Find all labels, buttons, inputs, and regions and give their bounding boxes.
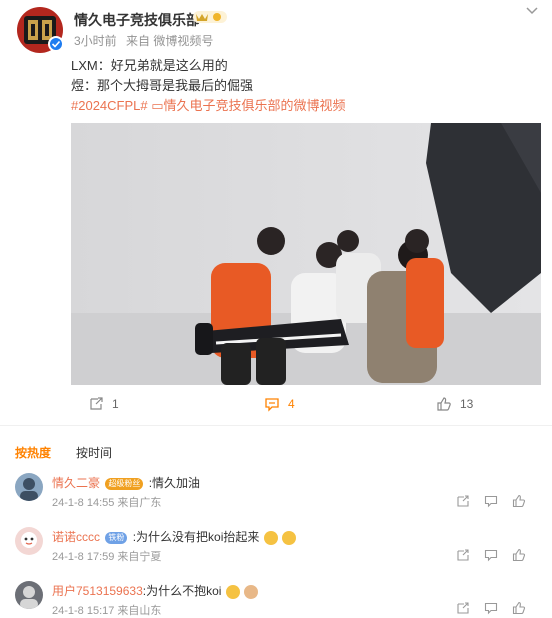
iron-fan-badge: 铁粉 bbox=[105, 531, 128, 544]
comment-avatar[interactable] bbox=[15, 473, 43, 501]
crying-emoji-icon bbox=[263, 530, 278, 545]
vip-crown-icon bbox=[193, 11, 227, 23]
comment-line: 用户7513159633:为什么不抱koi bbox=[52, 582, 259, 599]
author-name[interactable]: 情久电子竞技俱乐部 bbox=[74, 10, 200, 30]
like-button[interactable]: 13 bbox=[436, 396, 473, 412]
post-time[interactable]: 3小时前 bbox=[74, 34, 117, 48]
thumbs-up-icon[interactable] bbox=[512, 601, 526, 615]
comment-text: :为什么不抱koi bbox=[142, 584, 222, 598]
tab-by-heat[interactable]: 按热度 bbox=[15, 444, 51, 461]
post-meta: 3小时前 来自 微博视频号 bbox=[74, 32, 219, 49]
comment-meta: 24-1-8 15:17 来自山东 bbox=[52, 605, 162, 617]
topic-link[interactable]: #2024CFPL# bbox=[71, 98, 148, 113]
tab-by-time[interactable]: 按时间 bbox=[76, 444, 112, 461]
comment-user[interactable]: 用户7513159633 bbox=[52, 584, 143, 598]
video-link-icon: ▭ bbox=[151, 98, 164, 113]
comment-icon bbox=[265, 398, 279, 412]
post-line-1: LXM：好兄弟就是这么用的 bbox=[71, 58, 228, 73]
thumbs-up-icon[interactable] bbox=[512, 548, 526, 562]
comment-avatar[interactable] bbox=[15, 581, 43, 609]
repost-button[interactable]: 1 bbox=[88, 396, 119, 412]
repost-icon bbox=[90, 397, 103, 410]
comment-line: 诺诺cccc 铁粉 :为什么没有把koi抬起来 bbox=[52, 528, 297, 545]
comment-icon[interactable] bbox=[484, 548, 498, 562]
like-count: 13 bbox=[460, 397, 474, 411]
chevron-down-icon[interactable] bbox=[524, 4, 540, 18]
dog-emoji-icon bbox=[244, 584, 259, 599]
comment-line: 情久二豪 超级粉丝 :情久加油 bbox=[52, 474, 200, 491]
comment-meta: 24-1-8 14:55 来自广东 bbox=[52, 497, 162, 509]
video-player[interactable] bbox=[71, 123, 541, 385]
comment-user[interactable]: 情久二豪 bbox=[52, 476, 100, 490]
video-frame bbox=[71, 123, 541, 385]
emoji-icon bbox=[225, 584, 240, 599]
repost-count: 1 bbox=[112, 397, 119, 411]
post-body: LXM：好兄弟就是这么用的 煜：那个大拇哥是我最后的倔强 #2024CFPL# … bbox=[71, 56, 346, 116]
thumbs-up-icon[interactable] bbox=[512, 494, 526, 508]
post-line-2: 煜：那个大拇哥是我最后的倔强 bbox=[71, 78, 254, 93]
post-source: 来自 微博视频号 bbox=[126, 34, 214, 48]
comment-text: :情久加油 bbox=[148, 476, 201, 490]
comment-actions bbox=[456, 601, 526, 615]
super-fan-badge: 超级粉丝 bbox=[105, 477, 144, 490]
comment-button[interactable]: 4 bbox=[264, 396, 295, 412]
repost-icon[interactable] bbox=[456, 548, 470, 562]
comment-count: 4 bbox=[288, 397, 295, 411]
comment-meta: 24-1-8 17:59 来自宁夏 bbox=[52, 551, 162, 563]
section-divider bbox=[0, 425, 552, 426]
video-link[interactable]: 情久电子竞技俱乐部的微博视频 bbox=[164, 98, 346, 113]
comment-user[interactable]: 诺诺cccc bbox=[52, 530, 100, 544]
comment-avatar[interactable] bbox=[15, 527, 43, 555]
comment-text: :为什么没有把koi抬起来 bbox=[132, 530, 260, 544]
repost-icon[interactable] bbox=[456, 601, 470, 615]
crying-emoji-icon bbox=[282, 530, 297, 545]
comment-icon[interactable] bbox=[484, 601, 498, 615]
comment-actions bbox=[456, 548, 526, 562]
repost-icon[interactable] bbox=[456, 494, 470, 508]
thumbs-up-icon bbox=[437, 397, 451, 411]
comment-icon[interactable] bbox=[484, 494, 498, 508]
comment-actions bbox=[456, 494, 526, 508]
verified-icon bbox=[48, 36, 64, 52]
